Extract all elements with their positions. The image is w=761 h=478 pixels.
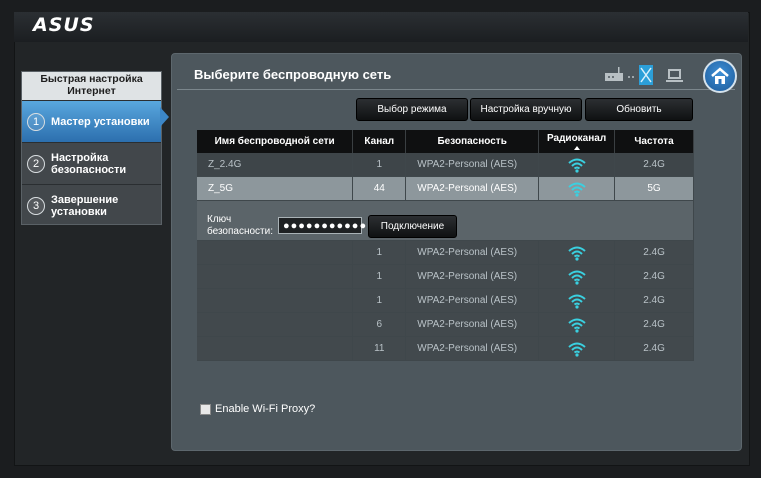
cell-security: WPA2-Personal (AES) (405, 153, 540, 177)
wifi-proxy-option[interactable]: Enable Wi-Fi Proxy? (200, 403, 315, 415)
cell-signal (538, 336, 616, 361)
title-divider (177, 89, 735, 90)
cell-signal (538, 264, 616, 289)
status-icons (605, 65, 683, 85)
cell-channel: 1 (352, 264, 407, 289)
cell-signal (538, 312, 616, 337)
connect-button[interactable]: Подключение (368, 215, 457, 238)
cell-ssid (197, 264, 354, 289)
wifi-signal-icon (567, 318, 586, 333)
table-row[interactable]: 11 WPA2-Personal (AES) 2.4G (197, 336, 694, 361)
sidebar-item-security[interactable]: 2 Настройка безопасности (22, 142, 161, 184)
home-icon (711, 67, 729, 84)
table-header-row: Имя беспроводной сети Канал Безопасность… (197, 130, 694, 153)
table-row[interactable]: Z_5G 44 WPA2-Personal (AES) 5G (197, 176, 694, 201)
top-bar (14, 12, 748, 42)
cell-channel: 44 (352, 176, 407, 201)
cell-security: WPA2-Personal (AES) (405, 336, 540, 361)
mode-select-button[interactable]: Выбор режима (356, 98, 468, 121)
link-dots-icon (628, 76, 634, 78)
cell-ssid (197, 312, 354, 337)
security-key-label: Ключ безопасности: (207, 214, 273, 237)
sidebar-item-label: Настройка безопасности (51, 151, 127, 176)
cell-channel: 1 (352, 288, 407, 313)
cell-band: 2.4G (614, 153, 694, 177)
step-3-icon: 3 (27, 196, 45, 215)
internet-status-icon (639, 65, 653, 85)
sidebar-item-label: Завершение установки (51, 193, 119, 218)
computer-icon (666, 69, 683, 82)
home-button[interactable] (703, 59, 737, 93)
cell-band: 2.4G (614, 240, 694, 265)
cell-ssid (197, 336, 354, 361)
cell-band: 2.4G (614, 336, 694, 361)
header-security[interactable]: Безопасность (405, 130, 540, 153)
sidebar-item-label: Мастер установки (51, 115, 150, 128)
table-row[interactable]: Z_2.4G 1 WPA2-Personal (AES) 2.4G (197, 153, 694, 177)
table-row[interactable]: 1 WPA2-Personal (AES) 2.4G (197, 264, 694, 289)
cell-security: WPA2-Personal (AES) (405, 240, 540, 265)
cell-band: 2.4G (614, 264, 694, 289)
wifi-signal-icon (567, 182, 586, 197)
cell-ssid: Z_2.4G (197, 153, 354, 177)
header-signal-label: Радиоканал (546, 133, 607, 144)
cell-security: WPA2-Personal (AES) (405, 176, 540, 201)
cell-channel: 1 (352, 153, 407, 177)
table-row[interactable]: 1 WPA2-Personal (AES) 2.4G (197, 240, 694, 265)
wifi-signal-icon (567, 246, 586, 261)
sort-arrow-icon (573, 146, 580, 150)
cell-security: WPA2-Personal (AES) (405, 264, 540, 289)
cell-channel: 11 (352, 336, 407, 361)
wifi-proxy-checkbox[interactable] (200, 403, 211, 415)
cell-band: 5G (614, 176, 694, 201)
cell-channel: 1 (352, 240, 407, 265)
asus-logo: ASUS (33, 14, 95, 36)
refresh-button[interactable]: Обновить (585, 98, 693, 121)
header-signal[interactable]: Радиоканал (538, 130, 616, 153)
cell-channel: 6 (352, 312, 407, 337)
quick-setup-sidebar: Быстрая настройка Интернет 1 Мастер уста… (21, 71, 162, 225)
cell-signal (538, 176, 616, 201)
step-1-icon: 1 (27, 112, 45, 131)
wireless-network-table: Имя беспроводной сети Канал Безопасность… (197, 130, 694, 361)
sidebar-title: Быстрая настройка Интернет (22, 72, 161, 100)
cell-band: 2.4G (614, 288, 694, 313)
security-key-input[interactable]: ●●●●●●●●●●● (278, 217, 366, 234)
wifi-proxy-label: Enable Wi-Fi Proxy? (215, 403, 316, 415)
table-row[interactable]: 1 WPA2-Personal (AES) 2.4G (197, 288, 694, 313)
header-band[interactable]: Частота (614, 130, 694, 153)
router-icon (605, 67, 623, 81)
cell-signal (538, 240, 616, 265)
sidebar-item-finish[interactable]: 3 Завершение установки (22, 184, 161, 226)
cell-ssid (197, 240, 354, 265)
sidebar-item-setup-wizard[interactable]: 1 Мастер установки (22, 100, 161, 142)
cell-band: 2.4G (614, 312, 694, 337)
table-row[interactable]: 6 WPA2-Personal (AES) 2.4G (197, 312, 694, 337)
cell-ssid (197, 288, 354, 313)
wifi-signal-icon (567, 158, 586, 173)
page-title: Выберите беспроводную сеть (194, 67, 392, 82)
header-ssid[interactable]: Имя беспроводной сети (197, 130, 354, 153)
cell-security: WPA2-Personal (AES) (405, 312, 540, 337)
cell-ssid: Z_5G (197, 176, 354, 201)
wifi-signal-icon (567, 270, 586, 285)
wifi-signal-icon (567, 294, 586, 309)
active-step-arrow-icon (160, 107, 169, 127)
manual-setup-button[interactable]: Настройка вручную (470, 98, 582, 121)
step-2-icon: 2 (27, 154, 45, 173)
wifi-signal-icon (567, 342, 586, 357)
header-channel[interactable]: Канал (352, 130, 407, 153)
cell-signal (538, 153, 616, 177)
cell-security: WPA2-Personal (AES) (405, 288, 540, 313)
cell-signal (538, 288, 616, 313)
